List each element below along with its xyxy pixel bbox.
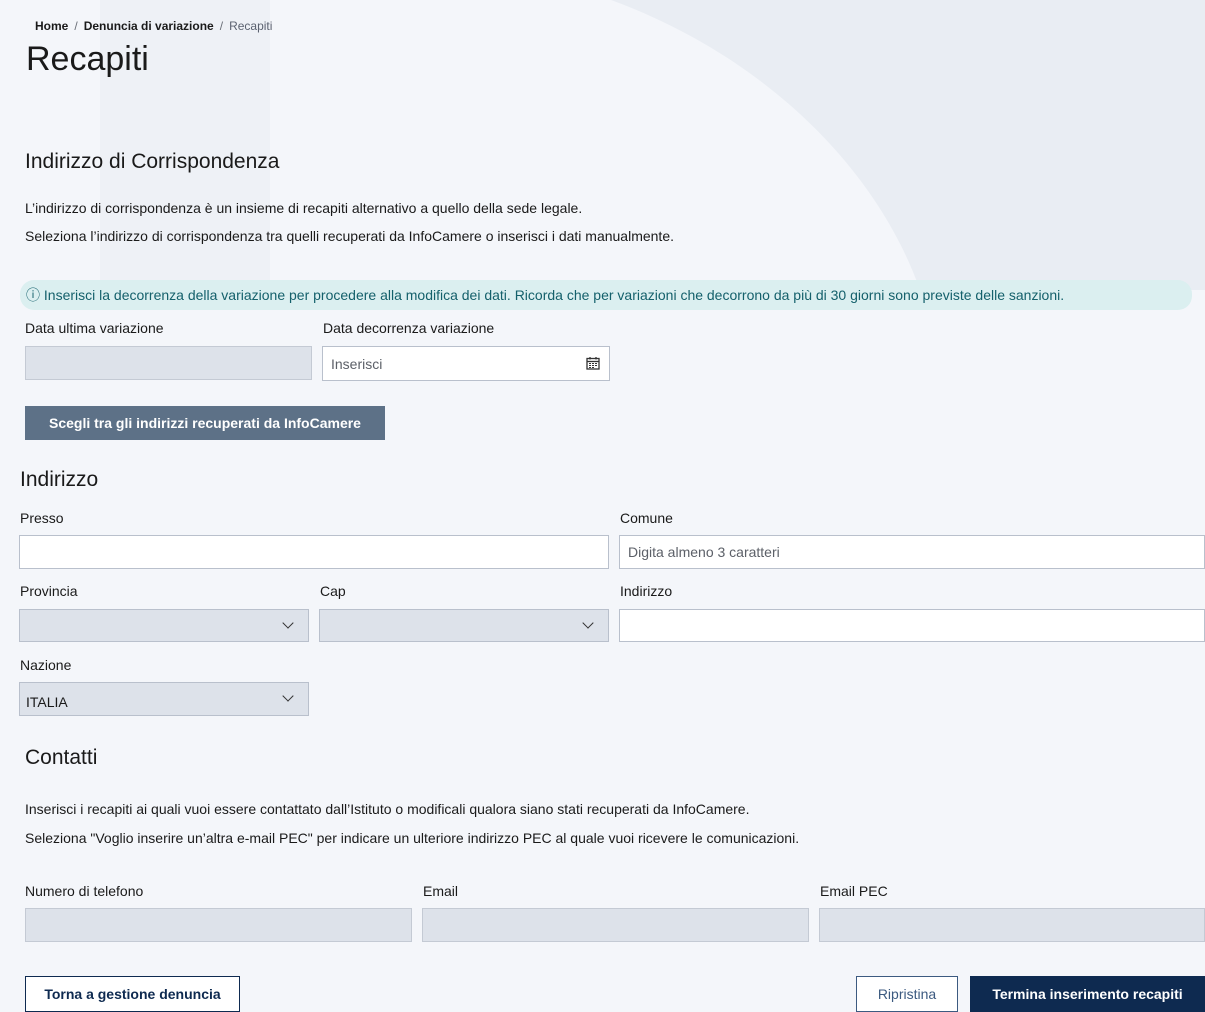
info-message: ⓘ Inserisci la decorrenza della variazio…: [20, 280, 1192, 310]
provincia-label: Provincia: [20, 583, 78, 599]
nazione-label: Nazione: [20, 657, 72, 673]
email-field: [422, 908, 809, 942]
info-message-text: ⓘ Inserisci la decorrenza della variazio…: [26, 287, 1065, 303]
breadcrumb-home-link[interactable]: Home: [35, 19, 68, 33]
address-section-title: Indirizzo: [20, 468, 99, 491]
calendar-icon[interactable]: [586, 356, 600, 370]
background-watermark: [100, 0, 1205, 290]
breadcrumb-separator: /: [74, 19, 78, 33]
nazione-select[interactable]: ITALIA: [19, 682, 309, 716]
phone-label: Numero di telefono: [25, 883, 144, 899]
reset-button[interactable]: Ripristina: [856, 976, 958, 1012]
correspondence-title: Indirizzo di Corrispondenza: [25, 150, 280, 173]
pec-label: Email PEC: [820, 883, 888, 899]
last-change-date-field: [25, 346, 312, 380]
last-change-date-label: Data ultima variazione: [25, 320, 164, 336]
page-title: Recapiti: [26, 40, 149, 78]
phone-field: [25, 908, 412, 942]
chevron-down-icon: [582, 617, 594, 629]
chevron-down-icon: [282, 617, 294, 629]
comune-label: Comune: [620, 510, 673, 526]
presso-label: Presso: [20, 510, 64, 526]
breadcrumb-current: Recapiti: [229, 19, 273, 33]
presso-input[interactable]: [19, 535, 609, 569]
comune-input[interactable]: [619, 535, 1205, 569]
nazione-value: ITALIA: [26, 694, 68, 710]
breadcrumb: Home / Denuncia di variazione / Recapiti: [35, 19, 272, 33]
pec-email-field: [819, 908, 1205, 942]
effective-date-label: Data decorrenza variazione: [323, 320, 495, 336]
cap-label: Cap: [320, 583, 346, 599]
indirizzo-label: Indirizzo: [620, 583, 673, 599]
contacts-description-2: Seleziona "Voglio inserire un’altra e-ma…: [25, 830, 800, 846]
contacts-section-title: Contatti: [25, 746, 98, 769]
correspondence-description-2: Seleziona l’indirizzo di corrispondenza …: [25, 228, 674, 244]
breadcrumb-separator: /: [219, 19, 224, 33]
correspondence-description-1: L’indirizzo di corrispondenza è un insie…: [25, 200, 583, 216]
breadcrumb-parent-link[interactable]: Denuncia di variazione: [84, 19, 214, 33]
finish-contacts-button[interactable]: Termina inserimento recapiti: [970, 976, 1205, 1012]
email-label: Email: [423, 883, 459, 899]
provincia-select[interactable]: [19, 609, 309, 642]
effective-date-input[interactable]: [322, 346, 610, 381]
effective-date-picker[interactable]: [322, 346, 610, 381]
indirizzo-input[interactable]: [619, 609, 1205, 642]
choose-infocamere-address-button[interactable]: Scegli tra gli indirizzi recuperati da I…: [25, 406, 385, 440]
back-to-management-button[interactable]: Torna a gestione denuncia: [25, 976, 240, 1012]
contacts-description-1: Inserisci i recapiti ai quali vuoi esser…: [25, 801, 750, 817]
cap-select[interactable]: [319, 609, 609, 642]
chevron-down-icon: [282, 690, 294, 702]
